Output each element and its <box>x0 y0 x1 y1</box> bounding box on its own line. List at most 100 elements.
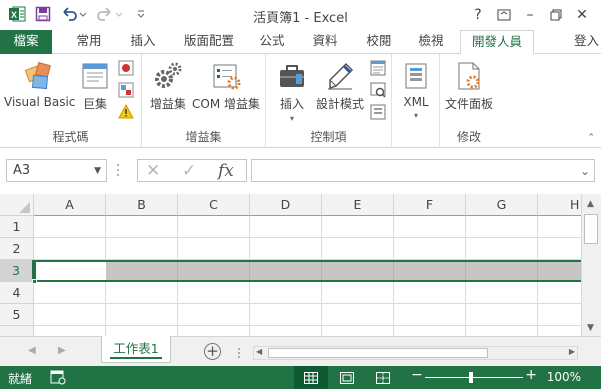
cell-d4[interactable] <box>250 282 322 304</box>
tab-page-layout[interactable]: 版面配置 <box>176 30 242 54</box>
run-dialog-icon[interactable] <box>370 104 386 120</box>
tab-file[interactable]: 檔案 <box>0 30 52 54</box>
tab-view[interactable]: 檢視 <box>408 30 454 54</box>
cell-g6[interactable] <box>466 326 538 336</box>
active-cell-a3[interactable] <box>36 262 106 280</box>
cancel-icon[interactable]: ✕ <box>146 161 160 181</box>
column-header-d[interactable]: D <box>250 194 322 216</box>
prev-sheet-icon[interactable]: ◀ <box>28 345 36 356</box>
cell-b6[interactable] <box>106 326 178 336</box>
column-header-g[interactable]: G <box>466 194 538 216</box>
scroll-up-icon[interactable]: ▲ <box>587 199 594 209</box>
name-box-dropdown-icon[interactable]: ▼ <box>94 166 101 176</box>
column-header-e[interactable]: E <box>322 194 394 216</box>
cell-a5[interactable] <box>34 304 106 326</box>
visual-basic-button[interactable]: Visual Basic <box>4 60 75 109</box>
tab-formulas[interactable]: 公式 <box>250 30 294 54</box>
insert-function-icon[interactable]: fx <box>218 161 234 181</box>
expand-formula-bar-icon[interactable]: ⌄ <box>580 164 590 178</box>
view-code-icon[interactable] <box>370 82 386 98</box>
com-addins-button[interactable]: COM 增益集 <box>190 60 262 112</box>
cell-a1[interactable] <box>34 216 106 238</box>
scroll-down-icon[interactable]: ▼ <box>587 323 594 333</box>
cell-a2[interactable] <box>34 238 106 260</box>
cell-c5[interactable] <box>178 304 250 326</box>
tab-data[interactable]: 資料 <box>302 30 348 54</box>
cell-e2[interactable] <box>322 238 394 260</box>
insert-control-button[interactable]: 插入 ▾ <box>274 60 310 123</box>
cell-f4[interactable] <box>394 282 466 304</box>
tab-review[interactable]: 校閱 <box>356 30 402 54</box>
row-header-2[interactable]: 2 <box>0 238 34 260</box>
formula-input[interactable]: ⌄ <box>251 159 595 182</box>
cell-a4[interactable] <box>34 282 106 304</box>
sheet-tab-1[interactable]: 工作表1 <box>101 336 171 363</box>
column-header-c[interactable]: C <box>178 194 250 216</box>
scroll-right-icon[interactable]: ▶ <box>569 347 575 356</box>
add-sheet-button[interactable]: + <box>204 343 221 360</box>
macro-security-icon[interactable] <box>118 103 134 120</box>
normal-view-button[interactable] <box>294 366 328 389</box>
name-box[interactable]: A3 ▼ <box>6 159 107 182</box>
relative-references-icon[interactable] <box>118 82 134 98</box>
cell-c1[interactable] <box>178 216 250 238</box>
cell-a6[interactable] <box>34 326 106 336</box>
formula-bar-resize-handle[interactable] <box>116 163 120 177</box>
cell-c6[interactable] <box>178 326 250 336</box>
cell-e5[interactable] <box>322 304 394 326</box>
enter-icon[interactable]: ✓ <box>182 161 196 181</box>
restore-button[interactable] <box>543 4 569 26</box>
properties-icon[interactable] <box>370 60 386 76</box>
cell-g5[interactable] <box>466 304 538 326</box>
cell-g2[interactable] <box>466 238 538 260</box>
cell-g1[interactable] <box>466 216 538 238</box>
macro-recording-icon[interactable] <box>50 370 66 385</box>
xml-button[interactable]: XML ▾ <box>398 60 434 120</box>
cell-e1[interactable] <box>322 216 394 238</box>
macros-button[interactable]: 巨集 <box>78 60 112 112</box>
fill-handle[interactable] <box>32 279 37 284</box>
close-button[interactable]: ✕ <box>569 4 595 26</box>
document-panel-button[interactable]: 文件面板 <box>442 60 496 112</box>
cell-g4[interactable] <box>466 282 538 304</box>
horizontal-scrollbar[interactable]: ◀ ▶ <box>253 346 578 360</box>
cell-f5[interactable] <box>394 304 466 326</box>
zoom-slider[interactable]: − + <box>411 367 537 386</box>
column-header-b[interactable]: B <box>106 194 178 216</box>
row-header-4[interactable]: 4 <box>0 282 34 304</box>
select-all-corner[interactable] <box>0 194 34 216</box>
cell-b5[interactable] <box>106 304 178 326</box>
cell-c2[interactable] <box>178 238 250 260</box>
addins-button[interactable]: 增益集 <box>148 60 188 112</box>
sign-in-link[interactable]: 登入 <box>574 30 599 54</box>
tab-home[interactable]: 常用 <box>66 30 112 54</box>
zoom-out-button[interactable]: − <box>411 367 423 383</box>
zoom-level[interactable]: 100% <box>547 370 581 384</box>
minimize-button[interactable]: – <box>517 4 543 26</box>
tab-insert[interactable]: 插入 <box>120 30 166 54</box>
vertical-scrollbar[interactable]: ▲ ▼ <box>581 194 601 336</box>
horizontal-scroll-thumb[interactable] <box>268 348 488 358</box>
cell-c4[interactable] <box>178 282 250 304</box>
page-layout-view-button[interactable] <box>330 366 364 389</box>
cell-b2[interactable] <box>106 238 178 260</box>
cell-b1[interactable] <box>106 216 178 238</box>
tab-scroll-splitter[interactable] <box>237 347 241 359</box>
cell-e4[interactable] <box>322 282 394 304</box>
cell-d6[interactable] <box>250 326 322 336</box>
row-header-6[interactable] <box>0 326 34 336</box>
cell-d1[interactable] <box>250 216 322 238</box>
scroll-left-icon[interactable]: ◀ <box>256 347 262 356</box>
cell-e6[interactable] <box>322 326 394 336</box>
collapse-ribbon-icon[interactable]: ⌃ <box>587 133 595 143</box>
tab-developer[interactable]: 開發人員 <box>460 30 534 55</box>
cell-b4[interactable] <box>106 282 178 304</box>
row-header-5[interactable]: 5 <box>0 304 34 326</box>
zoom-in-button[interactable]: + <box>525 367 537 383</box>
ribbon-display-options-icon[interactable] <box>491 4 517 26</box>
cell-f6[interactable] <box>394 326 466 336</box>
cell-f2[interactable] <box>394 238 466 260</box>
row-header-1[interactable]: 1 <box>0 216 34 238</box>
cell-f1[interactable] <box>394 216 466 238</box>
vertical-scroll-thumb[interactable] <box>584 214 598 244</box>
